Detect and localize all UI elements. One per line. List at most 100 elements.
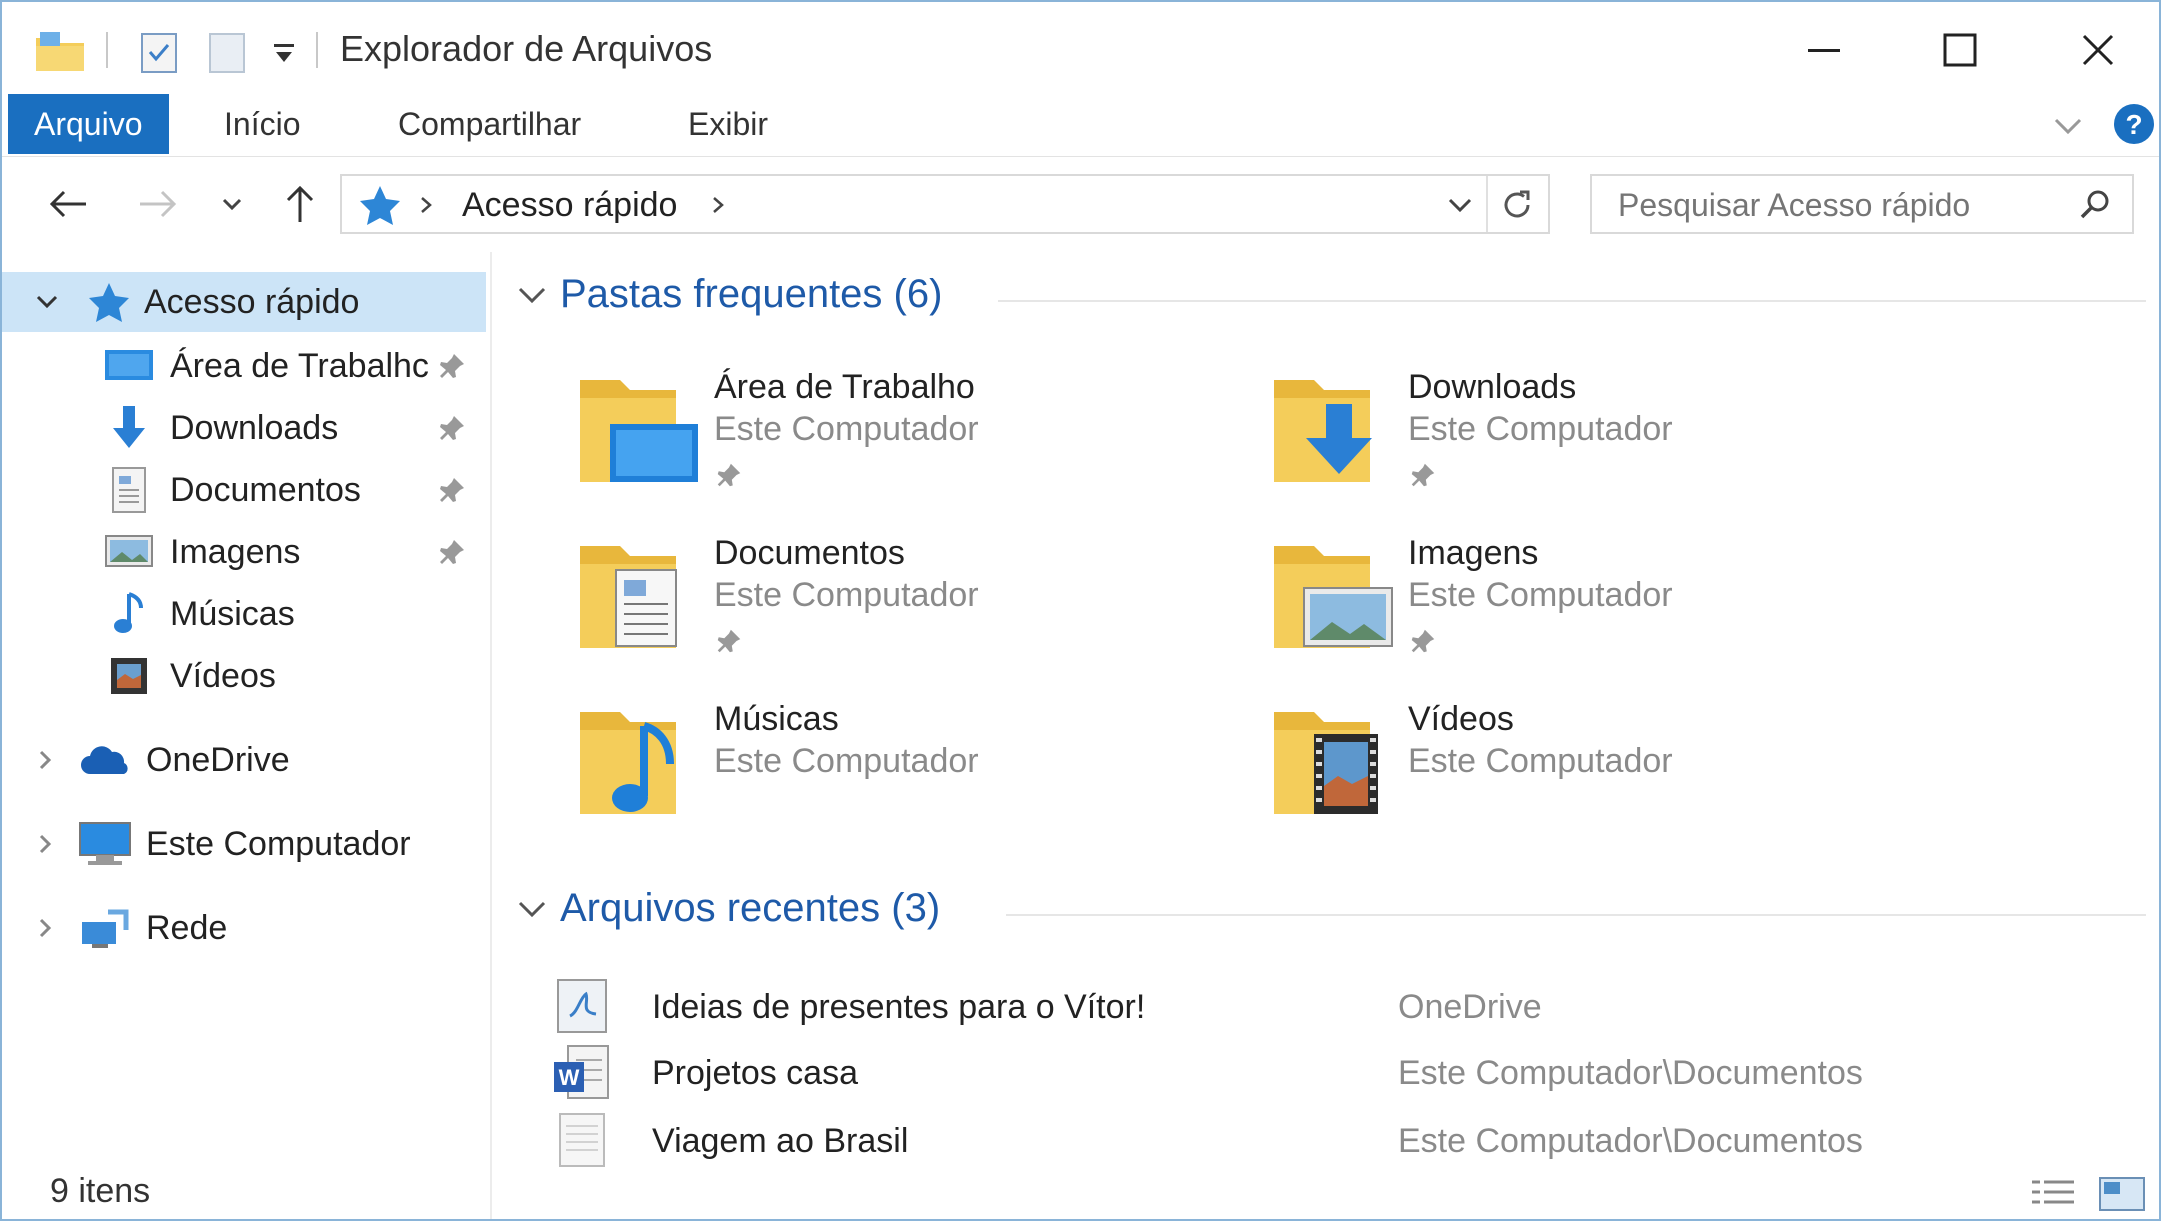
breadcrumb-chevron-icon[interactable] xyxy=(706,190,730,225)
recent-locations-button[interactable] xyxy=(204,176,260,232)
divider xyxy=(1486,176,1488,232)
recent-file-row[interactable]: Ideias de presentes para o Vítor! OneDri… xyxy=(552,976,2112,1040)
cloud-icon xyxy=(78,733,132,787)
folder-location: Este Computador xyxy=(1408,742,1673,780)
nav-this-pc[interactable]: Este Computador xyxy=(2,814,486,874)
folder-location: Este Computador xyxy=(714,410,979,448)
nav-item-desktop[interactable]: Área de Trabalhc xyxy=(2,336,486,396)
document-icon xyxy=(102,463,156,517)
file-explorer-window: Explorador de Arquivos Arquivo Início Co… xyxy=(0,0,2161,1221)
address-dropdown-icon[interactable] xyxy=(1442,188,1478,227)
desktop-folder-icon xyxy=(580,380,698,482)
chevron-right-icon[interactable] xyxy=(18,901,72,955)
downloads-folder-icon xyxy=(1274,380,1372,482)
network-icon xyxy=(78,901,132,955)
folder-location: Este Computador xyxy=(714,742,979,780)
up-button[interactable] xyxy=(272,176,328,232)
folder-tile-pictures[interactable]: Imagens Este Computador xyxy=(1268,530,1908,680)
folder-tile-videos[interactable]: Vídeos Este Computador xyxy=(1268,696,1908,846)
divider xyxy=(106,32,108,68)
search-icon[interactable] xyxy=(2076,186,2114,229)
music-folder-icon xyxy=(580,712,676,814)
chevron-down-icon[interactable] xyxy=(20,275,74,329)
search-box[interactable] xyxy=(1590,174,2134,234)
breadcrumb[interactable]: Acesso rápido xyxy=(462,186,677,225)
nav-quick-access[interactable]: Acesso rápido xyxy=(2,272,486,332)
expand-ribbon-icon[interactable] xyxy=(2048,108,2088,144)
nav-item-videos[interactable]: Vídeos xyxy=(2,646,486,706)
tab-arquivo[interactable]: Arquivo xyxy=(8,94,169,154)
status-item-count: 9 itens xyxy=(50,1172,151,1210)
nav-item-music[interactable]: Músicas xyxy=(2,584,486,644)
documents-folder-icon xyxy=(580,546,677,648)
chevron-right-icon[interactable] xyxy=(18,733,72,787)
svg-text:W: W xyxy=(559,1065,580,1090)
nav-item-downloads[interactable]: Downloads xyxy=(2,398,486,458)
forward-button[interactable] xyxy=(130,176,186,232)
nav-network[interactable]: Rede xyxy=(2,898,486,958)
word-document-icon: W xyxy=(554,1045,609,1099)
tab-exibir[interactable]: Exibir xyxy=(662,94,794,154)
file-location: Este Computador\Documentos xyxy=(1398,1054,1863,1092)
pin-icon xyxy=(440,478,464,502)
folder-name: Músicas xyxy=(714,700,839,738)
help-icon[interactable]: ? xyxy=(2112,102,2156,146)
navigation-bar: Acesso rápido xyxy=(2,158,2159,250)
minimize-button[interactable] xyxy=(1764,12,1884,88)
refresh-icon[interactable] xyxy=(1498,186,1536,229)
pin-icon xyxy=(717,629,741,653)
folder-name: Vídeos xyxy=(1408,700,1514,738)
back-button[interactable] xyxy=(40,176,96,232)
group-title: Arquivos recentes (3) xyxy=(560,886,941,930)
star-pin-icon xyxy=(358,184,402,231)
new-folder-icon[interactable] xyxy=(206,24,250,80)
customize-toolbar-icon[interactable] xyxy=(270,24,298,80)
folder-tile-music[interactable]: Músicas Este Computador xyxy=(574,696,1214,846)
folder-tile-downloads[interactable]: Downloads Este Computador xyxy=(1268,364,1908,514)
group-title: Pastas frequentes (6) xyxy=(560,272,943,316)
film-icon xyxy=(102,649,156,703)
frequent-folders-header[interactable]: Pastas frequentes (6) xyxy=(512,272,942,317)
file-name: Viagem ao Brasil xyxy=(652,1122,909,1160)
chevron-right-icon[interactable] xyxy=(18,817,72,871)
star-pin-icon xyxy=(82,275,136,329)
chevron-down-icon[interactable] xyxy=(512,889,552,929)
nav-label: Este Computador xyxy=(146,824,411,863)
pin-icon xyxy=(1411,629,1435,653)
folder-tile-desktop[interactable]: Área de Trabalho Este Computador xyxy=(574,364,1214,514)
address-bar[interactable]: Acesso rápido xyxy=(340,174,1550,234)
folder-name: Área de Trabalho xyxy=(714,368,975,406)
nav-label: Área de Trabalhc xyxy=(170,346,429,385)
nav-label: Downloads xyxy=(170,408,339,447)
chevron-down-icon[interactable] xyxy=(512,275,552,315)
tab-compartilhar[interactable]: Compartilhar xyxy=(372,94,607,154)
large-icons-view-icon[interactable] xyxy=(2096,1174,2148,1214)
details-view-icon[interactable] xyxy=(2028,1174,2080,1214)
pictures-folder-icon xyxy=(1274,546,1393,648)
title-bar: Explorador de Arquivos xyxy=(2,2,2159,94)
properties-icon[interactable] xyxy=(138,24,182,80)
search-input[interactable] xyxy=(1616,184,2060,226)
recent-files-header[interactable]: Arquivos recentes (3) xyxy=(512,886,940,931)
folder-tile-documents[interactable]: Documentos Este Computador xyxy=(574,530,1214,680)
recent-file-row[interactable]: W Projetos casa Este Computador\Document… xyxy=(552,1042,2112,1106)
maximize-button[interactable] xyxy=(1900,12,2020,88)
nav-label: OneDrive xyxy=(146,740,290,779)
nav-onedrive[interactable]: OneDrive xyxy=(2,730,486,790)
nav-label: Rede xyxy=(146,908,228,947)
folder-name: Documentos xyxy=(714,534,905,572)
folder-name: Imagens xyxy=(1408,534,1539,572)
close-button[interactable] xyxy=(2038,12,2158,88)
computer-icon xyxy=(78,817,132,871)
tab-inicio[interactable]: Início xyxy=(198,94,326,154)
recent-file-row[interactable]: Viagem ao Brasil Este Computador\Documen… xyxy=(552,1110,2112,1174)
folder-location: Este Computador xyxy=(1408,576,1673,614)
svg-text:?: ? xyxy=(2125,109,2142,140)
text-file-icon xyxy=(559,1113,605,1167)
divider xyxy=(316,32,318,68)
nav-item-documents[interactable]: Documentos xyxy=(2,460,486,520)
nav-label: Acesso rápido xyxy=(144,282,360,321)
picture-icon xyxy=(102,525,156,579)
nav-item-pictures[interactable]: Imagens xyxy=(2,522,486,582)
pin-icon xyxy=(440,540,464,564)
